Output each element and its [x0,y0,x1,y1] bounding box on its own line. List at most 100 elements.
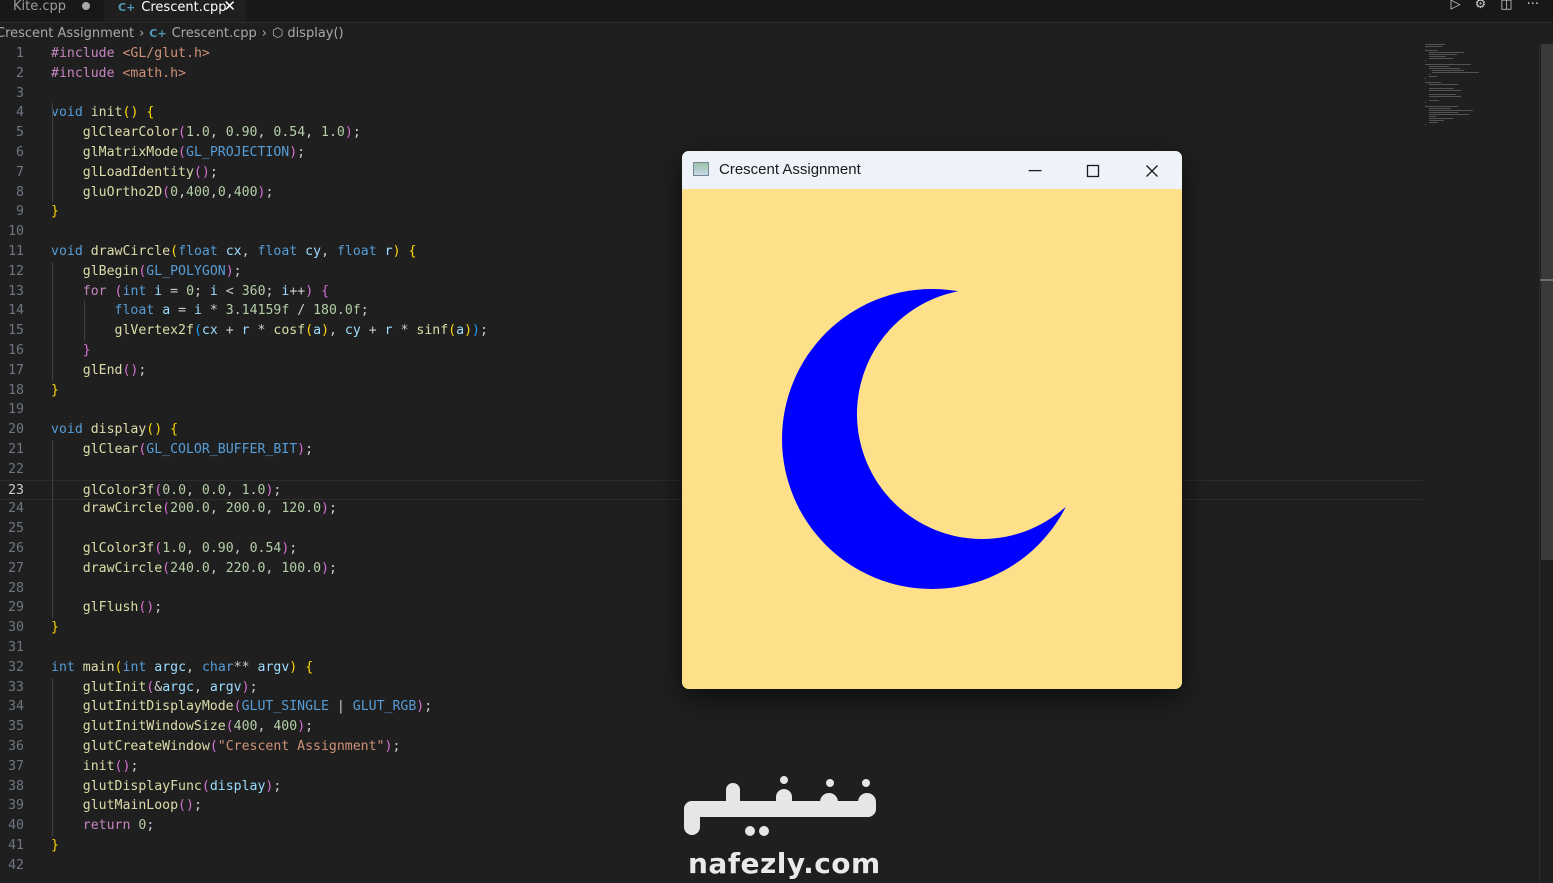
code-text: glFlush(); [82,600,163,616]
line-number: 13 [8,283,24,299]
maximize-icon[interactable] [1073,156,1113,184]
code-text: glutCreateWindow("Crescent Assignment"); [82,739,401,754]
minimap-line [1428,58,1453,59]
close-tab-icon[interactable]: ✕ [223,0,236,14]
breadcrumb-file[interactable]: Crescent.cpp [172,26,257,41]
breadcrumb-symbol[interactable]: display() [287,26,343,41]
minimap-line [1428,120,1444,121]
line-number: 28 [8,580,24,596]
code-text: glMatrixMode(GL_PROJECTION); [82,145,306,160]
minimize-icon[interactable]: ─ [1015,156,1055,184]
minimap-line [1428,118,1454,119]
code-text: glColor3f(1.0, 0.90, 0.54); [82,541,298,556]
minimap-line [1428,114,1469,115]
minimap-line [1425,106,1458,107]
line-number: 15 [8,323,24,339]
breadcrumb-folder[interactable]: Crescent Assignment [0,26,134,41]
line-number: 14 [8,303,24,319]
line-number: 27 [8,560,24,576]
code-text: float a = i * 3.14159f / 180.0f; [114,303,369,319]
code-text: glutInitWindowSize(400, 400); [82,719,314,735]
line-number: 35 [8,719,24,735]
minimap[interactable] [1425,44,1537,134]
minimap-line [1428,56,1446,57]
line-number: 17 [8,362,24,378]
line-number: 11 [8,244,24,259]
line-number: 24 [8,501,24,517]
indent-guide [52,440,53,619]
line-number: 25 [8,521,24,537]
line-number: 26 [8,541,24,556]
minimap-line [1428,110,1473,111]
cpp-file-icon: C+ [118,1,136,14]
minimap-line [1428,68,1460,69]
code-line[interactable]: 3 [0,84,1422,104]
tab-kite-cpp[interactable]: Kite.cpp [0,0,100,22]
cutout-circle [857,289,1107,539]
minimap-line [1425,102,1426,103]
line-number: 19 [8,402,24,418]
line-number: 33 [8,679,24,695]
line-number: 10 [8,224,24,240]
code-line[interactable]: 4 void init() { [0,103,1422,123]
scrollbar-thumb[interactable] [1541,44,1553,560]
code-text: glutMainLoop(); [82,798,202,814]
vertical-scrollbar[interactable] [1539,44,1553,883]
line-number: 31 [8,640,24,655]
code-text: glBegin(GL_POLYGON); [82,263,242,279]
watermark-url: nafezly.com [688,847,881,880]
minimap-line [1428,74,1430,75]
minimap-line [1428,66,1449,67]
code-line[interactable]: 35 glutInitWindowSize(400, 400); [0,717,1422,737]
code-text: glutInitDisplayMode(GLUT_SINGLE | GLUT_R… [82,699,433,715]
minimap-line [1425,44,1445,45]
line-number: 3 [16,85,24,101]
code-text: } [82,343,91,358]
nafezly-logo-icon [684,776,876,836]
minimap-line [1425,46,1442,47]
run-icon[interactable]: ▷ [1451,0,1461,12]
code-line[interactable]: 34 glutInitDisplayMode(GLUT_SINGLE | GLU… [0,697,1422,717]
line-number: 23 [8,482,24,498]
line-number: 12 [8,263,24,279]
code-line[interactable]: 36 glutCreateWindow("Crescent Assignment… [0,737,1422,757]
minimap-line [1428,54,1457,55]
minimap-line [1428,96,1461,97]
glut-output-window[interactable]: Crescent Assignment ─ [682,151,1182,689]
code-line[interactable]: 1 #include <GL/glut.h> [0,44,1422,64]
editor-tab-bar: Kite.cpp C+ Crescent.cpp ✕ ▷ ⚙ ◫ ··· [0,0,1553,23]
chevron-right-icon: › [139,26,145,41]
code-text: return 0; [82,818,155,834]
indent-guide [52,677,53,836]
unsaved-dot-icon[interactable] [82,2,90,10]
minimap-line [1432,72,1480,73]
gl-canvas [682,189,1182,689]
window-title-bar[interactable]: Crescent Assignment ─ [682,151,1182,189]
code-text: gluOrtho2D(0,400,0,400); [82,184,274,200]
more-actions-icon[interactable]: ··· [1527,0,1539,12]
code-text: for (int i = 0; i < 360; i++) { [82,283,330,299]
code-line[interactable]: 5 glClearColor(1.0, 0.90, 0.54, 1.0); [0,123,1422,143]
code-text: } [51,204,59,220]
line-number: 18 [8,382,24,398]
tab-crescent-cpp[interactable]: C+ Crescent.cpp ✕ [104,0,246,22]
line-number: 29 [8,600,24,616]
split-editor-icon[interactable]: ◫ [1500,0,1512,12]
line-number: 32 [8,659,24,675]
line-number: 6 [16,145,24,160]
code-line[interactable]: 2 #include <math.h> [0,64,1422,84]
close-icon[interactable] [1132,156,1172,184]
window-title: Crescent Assignment [719,161,861,178]
code-text: #include <GL/glut.h> [51,46,210,61]
minimap-line [1432,70,1465,71]
code-text: int main(int argc, char** argv) { [51,659,314,675]
code-text: glEnd(); [82,362,147,378]
line-number: 1 [16,46,24,61]
code-line[interactable]: 37 init(); [0,757,1422,777]
line-number: 38 [8,778,24,794]
settings-icon[interactable]: ⚙ [1475,0,1487,12]
indent-guide [52,261,53,381]
minimap-line [1428,108,1451,109]
method-icon: ⬡ [271,26,284,41]
code-text: glClearColor(1.0, 0.90, 0.54, 1.0); [82,125,361,141]
